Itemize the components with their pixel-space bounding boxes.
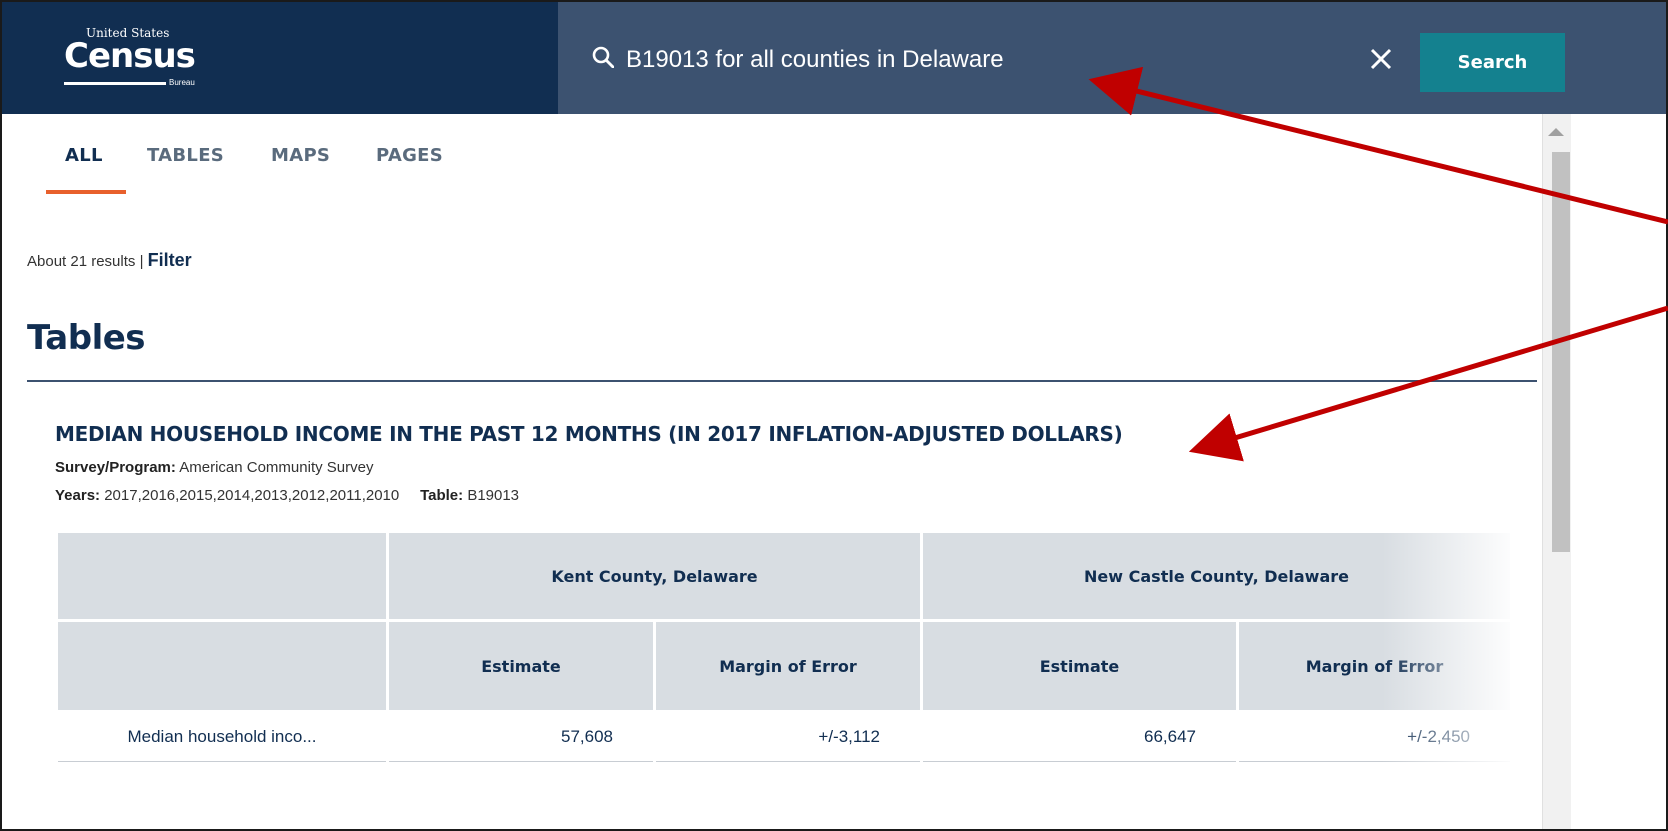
years-label: Years: — [55, 487, 101, 504]
tab-tables[interactable]: TABLES — [147, 145, 224, 166]
search-input[interactable]: B19013 for all counties in Delaware — [626, 46, 1004, 74]
survey-meta: Survey/Program: American Community Surve… — [55, 459, 373, 476]
geo-header-new-castle: New Castle County, Delaware — [919, 530, 1514, 622]
table-subheader-row: Estimate Margin of Error Estimate Margin… — [55, 619, 1514, 713]
table-row: Median household inco... 57,608 +/-3,112… — [55, 710, 1514, 762]
geo-header-kent: Kent County, Delaware — [386, 530, 923, 622]
section-title: Tables — [27, 318, 146, 358]
census-logo[interactable]: United States Census Bureau — [64, 26, 224, 96]
section-divider — [27, 380, 1537, 382]
tab-pages[interactable]: PAGES — [376, 145, 443, 166]
survey-label: Survey/Program: — [55, 459, 176, 476]
header-blank-cell — [55, 530, 389, 622]
search-icon — [592, 46, 614, 68]
survey-value: American Community Survey — [179, 459, 374, 476]
results-separator: | — [139, 253, 144, 270]
close-icon[interactable] — [1370, 48, 1392, 70]
subheader-blank-cell — [55, 619, 389, 713]
data-table: Kent County, Delaware New Castle County,… — [55, 530, 1514, 762]
cell-value: +/-2,450 — [1235, 710, 1514, 762]
search-button[interactable]: Search — [1420, 33, 1565, 92]
table-label: Table: — [420, 487, 464, 504]
subheader-estimate: Estimate — [386, 619, 656, 713]
years-value: 2017,2016,2015,2014,2013,2012,2011,2010 — [104, 487, 400, 504]
logo-bureau-text: Bureau — [169, 78, 195, 87]
table-header-row: Kent County, Delaware New Castle County,… — [55, 530, 1514, 622]
subheader-estimate: Estimate — [920, 619, 1239, 713]
header-brand-area: United States Census Bureau — [2, 2, 558, 114]
years-meta: Years: 2017,2016,2015,2014,2013,2012,201… — [55, 487, 519, 504]
filter-link[interactable]: Filter — [148, 250, 192, 270]
scroll-up-arrow-icon[interactable] — [1548, 128, 1564, 136]
tab-maps[interactable]: MAPS — [271, 145, 330, 166]
subheader-margin-of-error: Margin of Error — [1235, 619, 1514, 713]
subheader-margin-of-error: Margin of Error — [653, 619, 923, 713]
logo-bar — [64, 82, 166, 85]
cell-value: 57,608 — [386, 710, 656, 762]
results-summary: About 21 results | Filter — [27, 250, 192, 271]
page-frame: United States Census Bureau B19013 for a… — [0, 0, 1668, 831]
active-tab-indicator — [46, 190, 126, 194]
results-count: About 21 results — [27, 253, 136, 270]
table-result-title[interactable]: MEDIAN HOUSEHOLD INCOME IN THE PAST 12 M… — [55, 422, 1123, 446]
row-label: Median household inco... — [55, 710, 389, 762]
cell-value: +/-3,112 — [653, 710, 923, 762]
scrollbar-thumb[interactable] — [1552, 152, 1570, 552]
cell-value: 66,647 — [920, 710, 1239, 762]
table-id-value: B19013 — [467, 487, 520, 504]
logo-main-text: Census — [64, 36, 196, 76]
tab-all[interactable]: ALL — [65, 145, 103, 166]
